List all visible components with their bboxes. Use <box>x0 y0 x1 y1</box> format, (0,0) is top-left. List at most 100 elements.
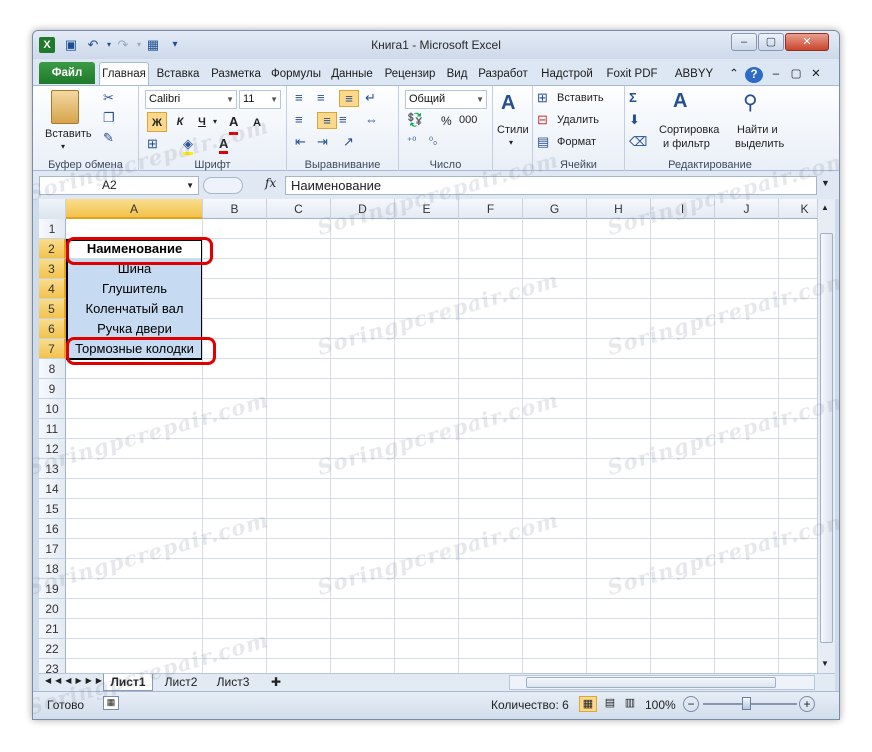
zoom-level[interactable]: 100% <box>645 698 676 712</box>
row-header-5[interactable]: 5 <box>39 299 66 319</box>
name-box[interactable]: A2 ▼ <box>39 176 199 195</box>
increase-font-icon[interactable]: A <box>229 112 239 135</box>
minimize-button[interactable]: – <box>731 33 757 51</box>
styles-button[interactable]: Стили <box>497 124 529 136</box>
column-header-d[interactable]: D <box>331 199 395 219</box>
align-right-icon[interactable]: ≡ <box>339 112 347 127</box>
page-layout-view-icon[interactable]: ▤ <box>601 696 619 712</box>
align-middle-icon[interactable]: ≡ <box>317 90 325 105</box>
formula-expand-handle[interactable] <box>203 177 243 194</box>
row-header-13[interactable]: 13 <box>39 459 66 479</box>
font-color-icon[interactable]: A <box>219 136 229 154</box>
cell-a6[interactable]: Ручка двери <box>66 319 203 339</box>
sort-filter-button[interactable]: Сортировка <box>659 124 719 136</box>
sheet-tab-2[interactable]: Лист2 <box>157 674 205 691</box>
underline-dropdown-icon[interactable]: ▾ <box>213 112 217 132</box>
formula-input[interactable]: Наименование <box>285 176 817 195</box>
row-header-14[interactable]: 14 <box>39 479 66 499</box>
increase-indent-icon[interactable]: ⇥ <box>317 134 328 150</box>
row-header-12[interactable]: 12 <box>39 439 66 459</box>
tab-abbyy-pdf[interactable]: ABBYY PDI <box>664 63 724 102</box>
expand-formula-icon[interactable]: ▼ <box>821 178 830 188</box>
scroll-down-icon[interactable]: ▼ <box>821 659 829 668</box>
tab-file[interactable]: Файл <box>39 62 95 84</box>
row-header-1[interactable]: 1 <box>39 219 66 239</box>
minimize-ribbon-icon[interactable]: ⌃ <box>727 63 741 85</box>
sort-filter-button-line2[interactable]: и фильтр <box>663 138 710 150</box>
align-center-icon[interactable]: ≡ <box>317 112 337 129</box>
cell-a3[interactable]: Шина <box>66 259 203 279</box>
cell-a4[interactable]: Глушитель <box>66 279 203 299</box>
delete-button[interactable]: Удалить <box>557 114 599 126</box>
wrap-text-icon[interactable]: ↵ <box>365 90 376 106</box>
align-left-icon[interactable]: ≡ <box>295 112 303 127</box>
select-all-corner[interactable] <box>39 199 66 219</box>
increase-decimal-icon[interactable]: ⁺⁰ <box>407 136 416 147</box>
tab-addins[interactable]: Надстрой <box>536 63 598 85</box>
insert-cells-icon[interactable]: ⊞ <box>537 90 548 106</box>
page-break-view-icon[interactable]: ▥ <box>621 696 639 712</box>
cell-a7[interactable]: Тормозные колодки <box>66 339 203 359</box>
row-header-20[interactable]: 20 <box>39 599 66 619</box>
merge-center-icon[interactable]: ⇔ <box>365 112 378 127</box>
copy-icon[interactable]: ❐ <box>103 110 115 126</box>
sort-filter-icon[interactable]: A <box>673 90 687 113</box>
insert-function-button[interactable]: fx <box>265 176 276 190</box>
row-header-18[interactable]: 18 <box>39 559 66 579</box>
row-header-9[interactable]: 9 <box>39 379 66 399</box>
percent-button[interactable]: % <box>441 114 452 128</box>
align-top-icon[interactable]: ≡ <box>295 90 303 105</box>
binoculars-icon[interactable]: ⚲ <box>743 90 758 115</box>
fill-color-icon[interactable]: ◈ <box>183 136 193 155</box>
thousands-button[interactable]: 000 <box>459 114 477 126</box>
font-size-combo[interactable]: 11 ▼ <box>239 90 281 109</box>
font-name-combo[interactable]: Calibri ▼ <box>145 90 237 109</box>
orientation-icon[interactable]: ↗ <box>343 134 354 150</box>
paste-button[interactable]: Вставить <box>45 128 92 140</box>
vertical-scrollbar[interactable]: ▲ ▼ <box>817 199 835 673</box>
find-select-button-line2[interactable]: выделить <box>735 138 784 150</box>
column-header-e[interactable]: E <box>395 199 459 219</box>
format-button[interactable]: Формат <box>557 136 596 148</box>
tab-view[interactable]: Вид <box>444 63 470 85</box>
decrease-decimal-icon[interactable]: ⁰₀ <box>429 136 437 147</box>
scroll-up-icon[interactable]: ▲ <box>821 203 829 212</box>
tab-data[interactable]: Данные <box>328 63 376 85</box>
doc-close-icon[interactable]: ✕ <box>809 63 823 85</box>
column-header-h[interactable]: H <box>587 199 651 219</box>
row-header-2[interactable]: 2 <box>39 239 66 259</box>
normal-view-icon[interactable]: ▦ <box>579 696 597 712</box>
insert-button[interactable]: Вставить <box>557 92 604 104</box>
find-select-button[interactable]: Найти и <box>737 124 778 136</box>
row-header-21[interactable]: 21 <box>39 619 66 639</box>
sheet-tab-3[interactable]: Лист3 <box>209 674 257 691</box>
borders-icon[interactable]: ⊞ <box>147 136 158 152</box>
tab-review[interactable]: Рецензир <box>380 63 440 85</box>
column-header-g[interactable]: G <box>523 199 587 219</box>
sheet-nav-icons[interactable]: ◀◀◀▶▶▶ <box>45 676 106 685</box>
cell-area[interactable]: Наименование Шина Глушитель Коленчатый вал Р… <box>66 219 817 673</box>
insert-sheet-icon[interactable]: ✚ <box>263 674 289 691</box>
currency-icon[interactable]: 💱 <box>407 112 423 128</box>
autosum-icon[interactable]: Σ <box>629 90 637 105</box>
format-painter-icon[interactable]: ✎ <box>103 130 114 146</box>
zoom-in-button[interactable]: + <box>799 696 815 712</box>
tab-insert[interactable]: Вставка <box>153 63 203 85</box>
help-icon[interactable]: ? <box>745 67 763 83</box>
doc-minimize-icon[interactable]: – <box>769 63 783 85</box>
paste-dropdown-icon[interactable]: ▾ <box>61 142 65 151</box>
macro-record-icon[interactable]: ▦ <box>103 696 119 710</box>
zoom-slider-thumb[interactable] <box>742 697 751 710</box>
bold-button[interactable]: Ж <box>147 112 167 132</box>
tab-page-layout[interactable]: Разметка <box>208 63 264 85</box>
tab-foxit-pdf[interactable]: Foxit PDF <box>602 63 662 85</box>
row-header-19[interactable]: 19 <box>39 579 66 599</box>
zoom-out-button[interactable]: − <box>683 696 699 712</box>
column-header-b[interactable]: B <box>203 199 267 219</box>
fill-icon[interactable]: ⬇ <box>629 112 640 128</box>
clear-icon[interactable]: ⌫ <box>629 134 647 150</box>
maximize-button[interactable]: ▢ <box>758 33 784 51</box>
tab-formulas[interactable]: Формулы <box>268 63 324 85</box>
delete-cells-icon[interactable]: ⊟ <box>537 112 548 128</box>
column-header-i[interactable]: I <box>651 199 715 219</box>
